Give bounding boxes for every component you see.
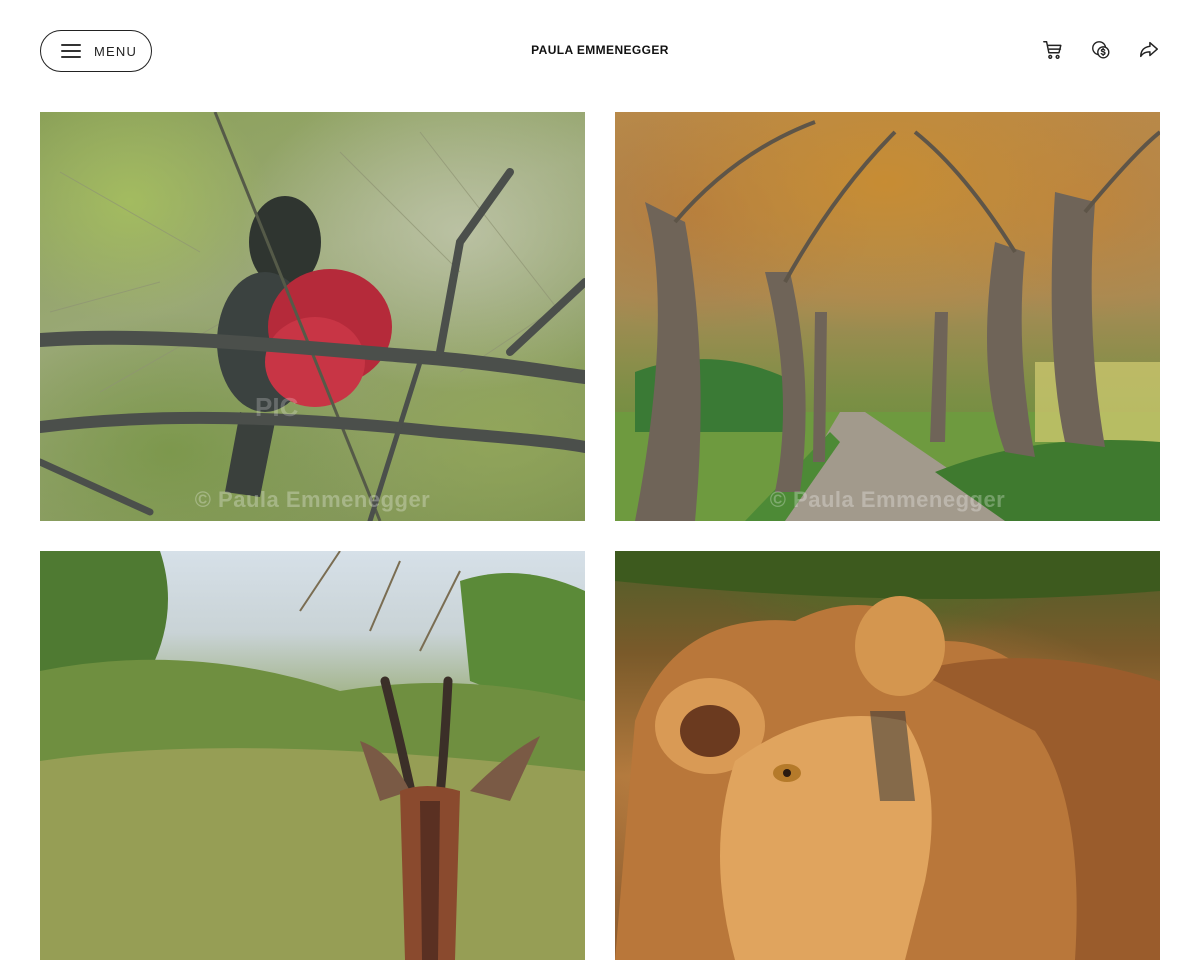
- site-title[interactable]: PAULA EMMENEGGER: [0, 43, 1200, 57]
- photo-gallery: PIC © Paula Emmenegger © Paula Emmenegge…: [40, 112, 1160, 960]
- bird-photo: [40, 112, 585, 521]
- antelope-photo: [40, 551, 585, 960]
- currency-icon[interactable]: [1090, 38, 1112, 62]
- gallery-item-lion[interactable]: [615, 551, 1160, 960]
- share-icon[interactable]: [1138, 38, 1160, 62]
- lion-photo: [615, 551, 1160, 960]
- header-icons: [1042, 38, 1160, 62]
- watermark: © Paula Emmenegger: [194, 487, 431, 512]
- watermark-pic: PIC: [255, 392, 299, 422]
- gallery-item-antelope[interactable]: [40, 551, 585, 960]
- gallery-item-bird[interactable]: PIC © Paula Emmenegger: [40, 112, 585, 521]
- gallery-item-avenue[interactable]: © Paula Emmenegger: [615, 112, 1160, 521]
- cart-icon[interactable]: [1042, 38, 1064, 62]
- site-header: MENU PAULA EMMENEGGER: [0, 0, 1200, 102]
- avenue-photo: [615, 120, 1160, 521]
- watermark: © Paula Emmenegger: [769, 487, 1006, 512]
